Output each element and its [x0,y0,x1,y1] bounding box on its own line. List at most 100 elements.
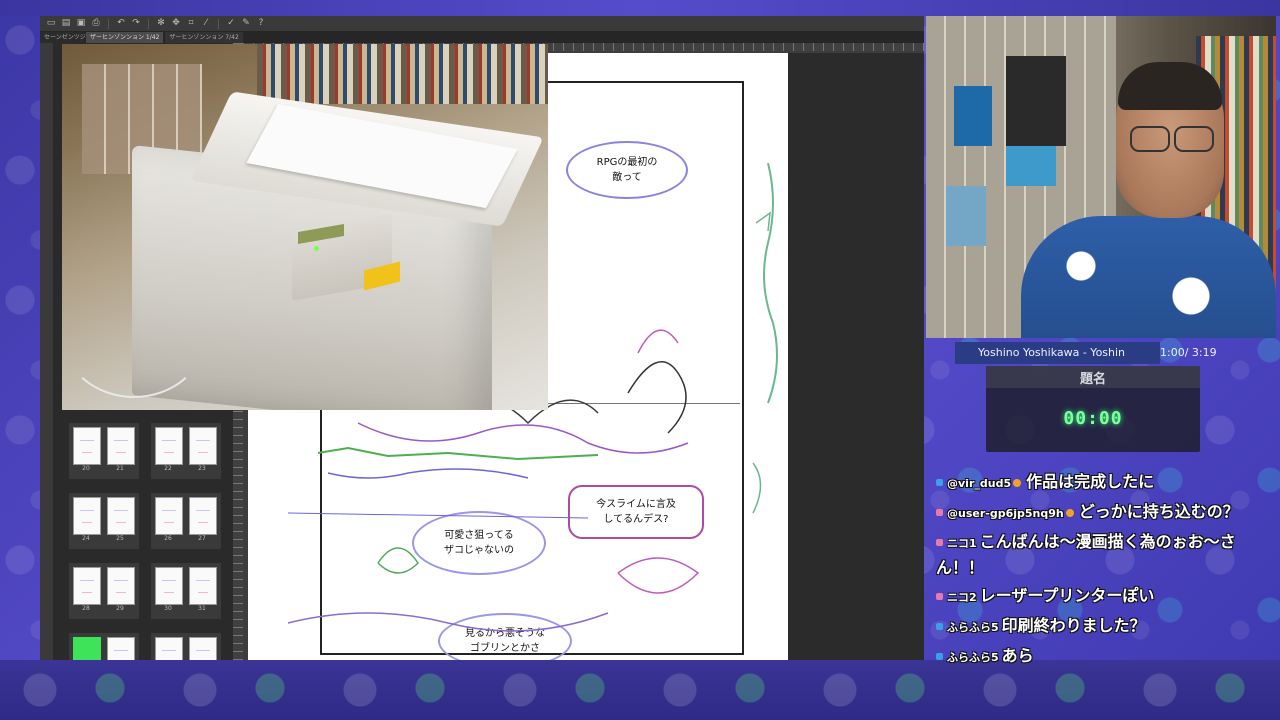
page-number: 25 [116,535,124,542]
user-badge-icon [936,623,943,630]
page-thumbnail[interactable] [107,427,135,465]
app-toolbar: ▭ ▤ ▣ ⎙ ↶ ↷ ✻ ✥ ⌗ ⁄ ✓ ✎ ? [40,16,924,31]
pen-icon[interactable]: ⁄ [201,19,211,28]
draw-icon[interactable]: ✎ [241,19,251,28]
streamer-name: Yoshino Yoshikawa - Yoshin [955,342,1160,364]
chat-username: ニコ2 [947,591,977,604]
page-thumbnail[interactable] [107,637,135,660]
timer-title: 題名 [1079,372,1106,387]
user-badge-icon [936,539,943,546]
chat-text: どっかに持ち込むの？ [1078,502,1239,521]
page-number: 21 [116,465,124,472]
open-icon[interactable]: ▤ [61,19,71,28]
page-number: 22 [164,465,172,472]
page-spread[interactable]: 22 23 [151,423,221,479]
page-thumbnail[interactable] [189,637,217,660]
page-spread[interactable]: 30 31 [151,563,221,619]
user-badge-icon [936,653,943,660]
tool-strip [40,43,53,660]
page-thumbnail[interactable] [73,497,101,535]
chat-username: ニコ1 [947,537,977,550]
chat-message: @user-gp6jp5nq9h どっかに持ち込むの？ [936,500,1266,526]
timer-widget: 題名 00:00 [986,366,1200,452]
chat-username: ふらふら5 [947,621,999,634]
page-spread[interactable]: 20 21 [69,423,139,479]
streamer-shirt [1021,216,1276,338]
page-number: 26 [164,535,172,542]
chat-message: ニコ2 レーザープリンターぽい [936,584,1266,610]
page-thumbnail[interactable] [155,497,183,535]
chat-text: レーザープリンターぽい [979,586,1155,605]
speech-bubble-1: RPGの最初の 敵って [566,141,688,199]
margin-sketch-note [752,163,778,514]
page-thumbnail[interactable] [107,567,135,605]
stream-time: 1:00/ 3:19 [1160,346,1217,359]
page-spread[interactable]: 24 25 [69,493,139,549]
page-thumbnail[interactable] [189,567,217,605]
page-thumbnail[interactable] [73,567,101,605]
page-spread[interactable]: 28 29 [69,563,139,619]
page-number: 27 [198,535,206,542]
user-badge-icon [936,593,943,600]
chat-username: ふらふら5 [947,651,999,664]
document-tabs: セーンゼンツジョ ザーヒンゾンンョン 1/42 ザーヒンゾンンョン 7/42 [40,31,924,43]
move-icon[interactable]: ✥ [171,19,181,28]
coin-icon [1065,508,1074,517]
page-spread[interactable]: 26 27 [151,493,221,549]
settings-icon[interactable]: ✻ [156,19,166,28]
toolbar-divider [148,18,149,29]
bookshelf [257,44,548,104]
new-icon[interactable]: ▭ [46,19,56,28]
toolbar-divider [218,18,219,29]
page-spread[interactable] [69,633,139,660]
chat-text: あら [1001,646,1034,665]
save-icon[interactable]: ▣ [76,19,86,28]
page-thumbnail[interactable] [189,427,217,465]
page-thumbnail[interactable] [107,497,135,535]
check-icon[interactable]: ✓ [226,19,236,28]
page-number: 24 [82,535,90,542]
power-cable [62,274,206,398]
glasses [1126,126,1216,152]
chat-message: ふらふら5 あら [936,644,1266,670]
printer-camera-feed [62,44,548,410]
canvas-margin [788,53,924,660]
chat-text: 作品は完成したに [1026,472,1155,491]
chat-message: ふらふら5 印刷終わりました？ [936,614,1266,640]
page-thumbnail[interactable] [155,427,183,465]
page-number: 20 [82,465,90,472]
redo-icon[interactable]: ↷ [131,19,141,28]
crop-icon[interactable]: ⌗ [186,19,196,28]
help-icon[interactable]: ? [256,19,266,28]
page-thumbnail[interactable] [73,637,101,660]
print-icon[interactable]: ⎙ [91,19,101,28]
page-thumbnail[interactable] [155,637,183,660]
coin-icon [1013,478,1022,487]
top-decoration-band [0,0,1280,16]
undo-icon[interactable]: ↶ [116,19,126,28]
user-badge-icon [936,479,943,486]
chat-message: @vir_dud5 作品は完成したに [936,470,1266,496]
tab-left-panel[interactable]: セーンゼンツジョ [40,32,92,43]
chat-text: こんばんは〜漫画描く為のぉお〜さん！！ [936,532,1236,577]
webcam-feed [926,16,1276,338]
page-number: 28 [82,605,90,612]
page-number: 31 [198,605,206,612]
chat-username: @vir_dud5 [947,477,1012,490]
user-badge-icon [936,509,943,516]
tab-document-1[interactable]: ザーヒンゾンンョン 1/42 [86,32,164,43]
chat-text: 印刷終わりました？ [1001,616,1146,635]
page-number: 30 [164,605,172,612]
tab-document-2[interactable]: ザーヒンゾンンョン 7/42 [165,32,243,43]
page-number: 29 [116,605,124,612]
chat-message: ニコ1 こんばんは〜漫画描く為のぉお〜さん！！ [936,530,1266,580]
page-number: 23 [198,465,206,472]
page-thumbnail[interactable] [73,427,101,465]
toolbar-divider [108,18,109,29]
printer-led [314,246,319,251]
timer-value: 00:00 [1063,408,1123,429]
page-spread[interactable] [151,633,221,660]
page-thumbnail[interactable] [189,497,217,535]
chat-feed: @vir_dud5 作品は完成したに @user-gp6jp5nq9h どっかに持ち込… [936,470,1266,674]
page-thumbnail[interactable] [155,567,183,605]
